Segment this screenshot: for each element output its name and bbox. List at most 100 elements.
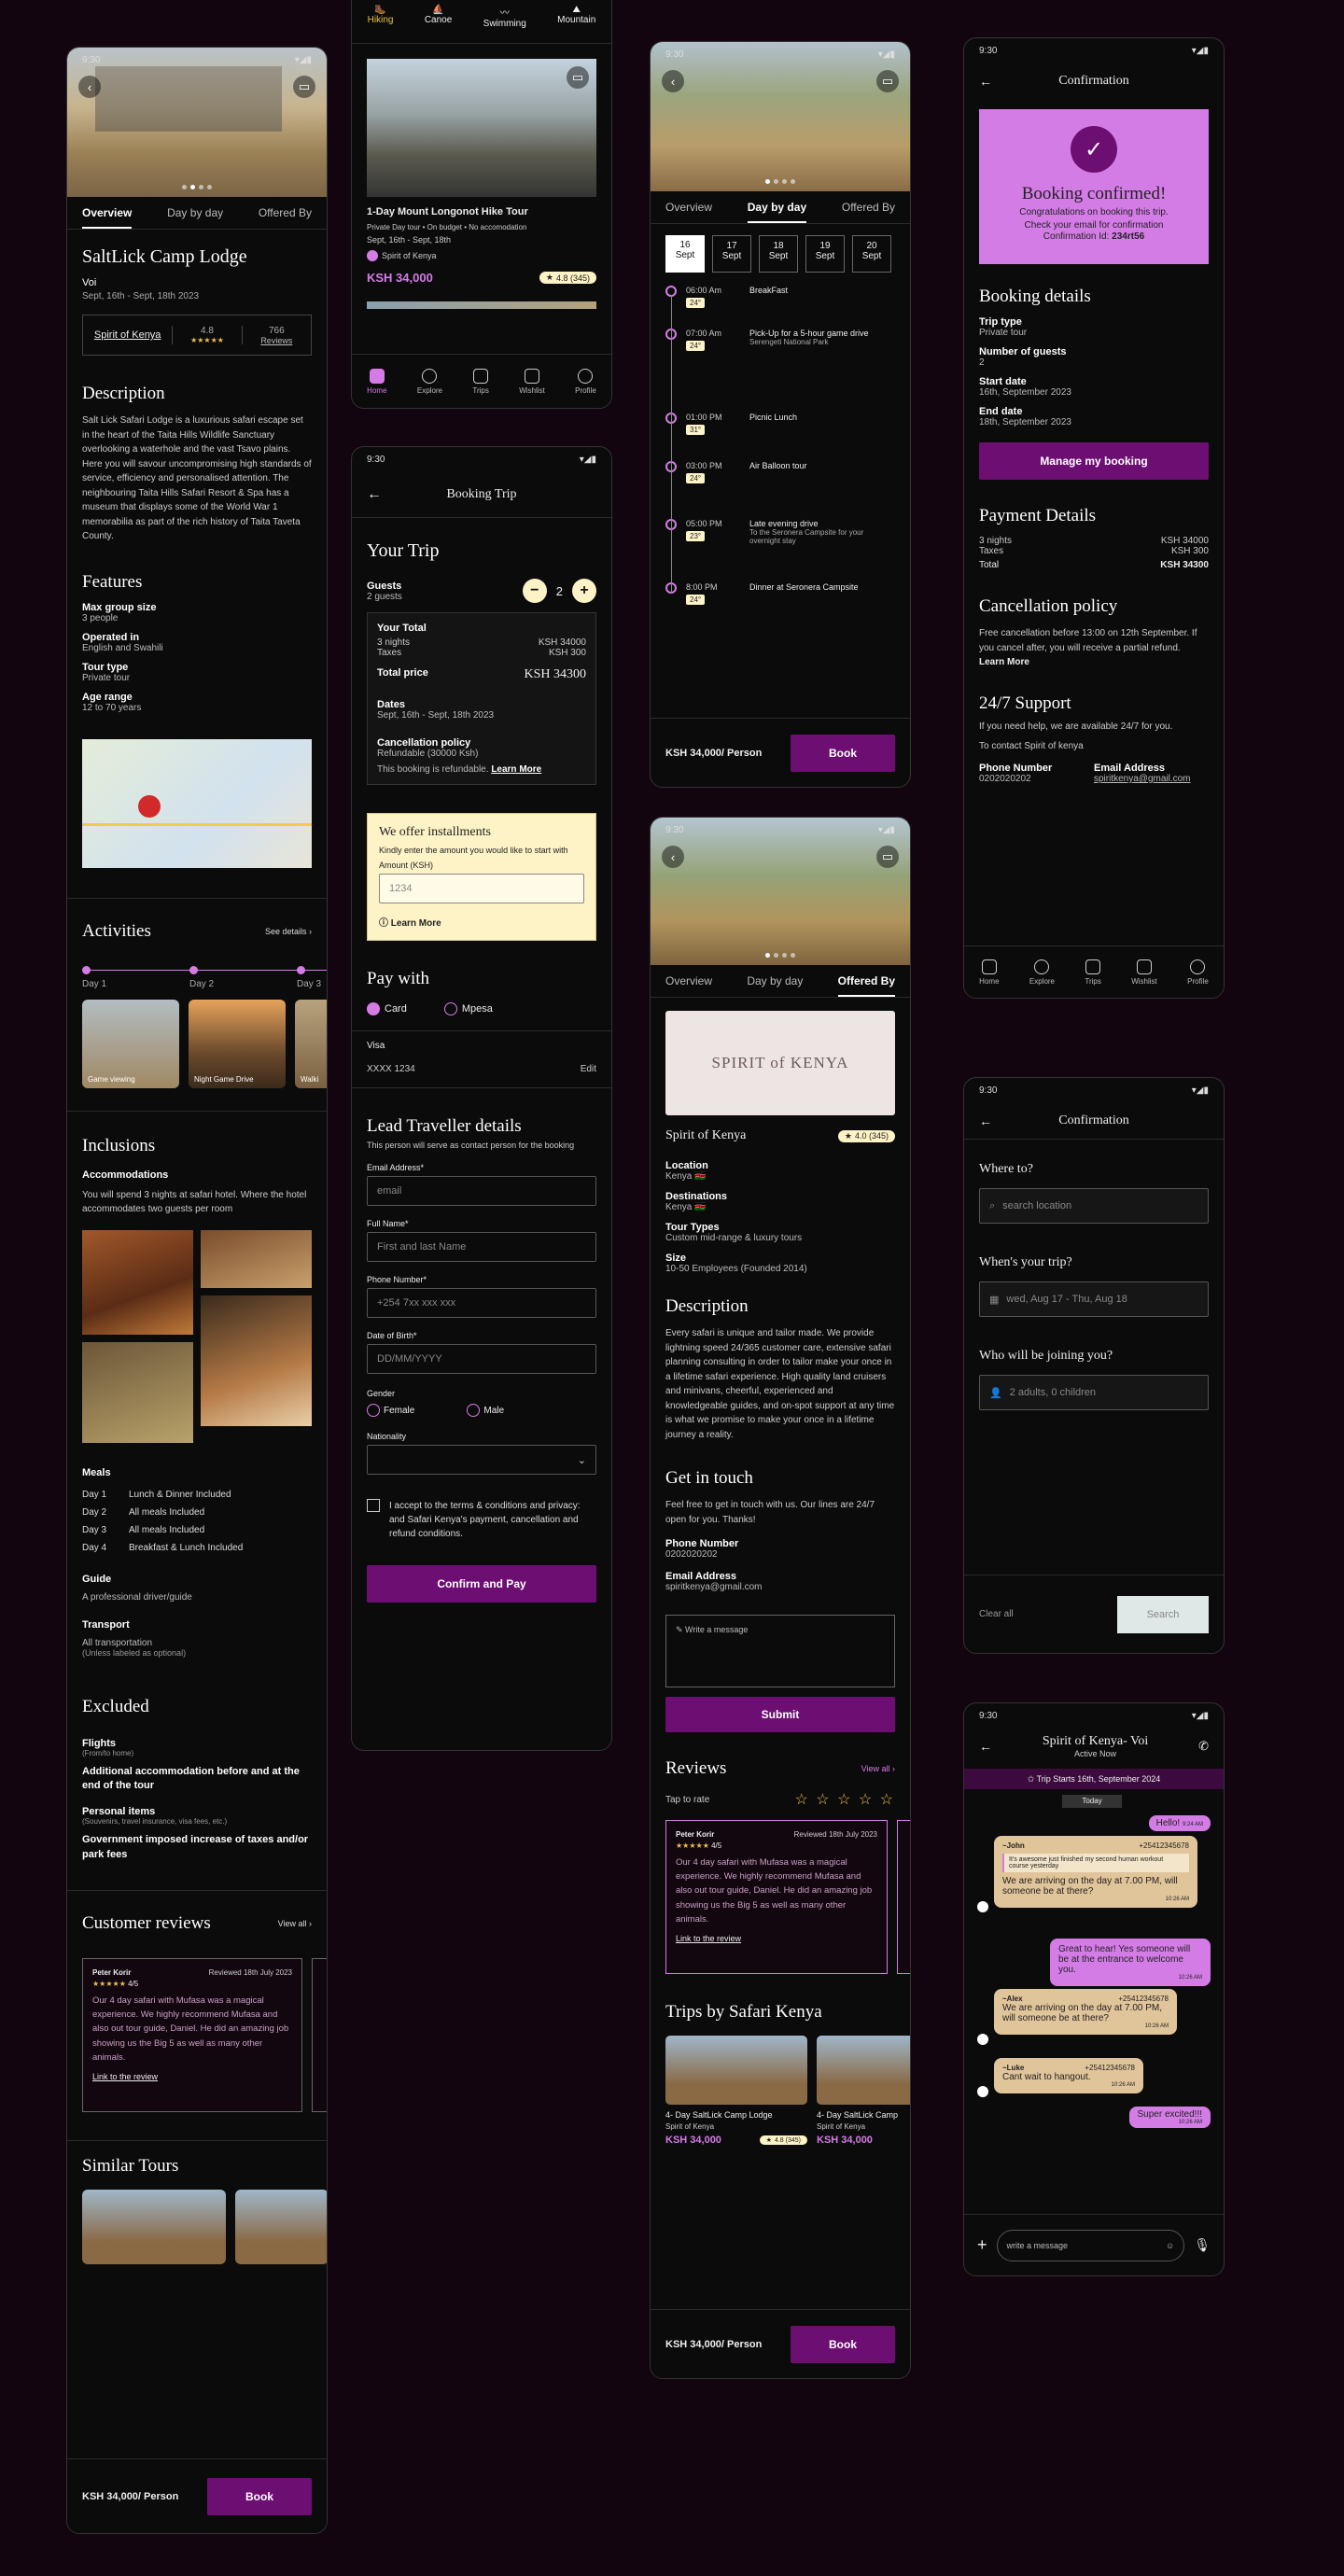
dob-field[interactable]: DD/MM/YYYY — [367, 1344, 596, 1374]
activity-card[interactable]: Night Game Drive — [189, 999, 286, 1088]
emoji-icon[interactable]: ☺ — [1166, 2241, 1174, 2250]
installments-learn-more[interactable]: ⓘ Learn More — [379, 915, 584, 929]
email-field[interactable]: email — [367, 1176, 596, 1206]
tour-card[interactable] — [235, 2190, 327, 2265]
back-icon[interactable]: ‹ — [78, 76, 101, 98]
nav-trips[interactable]: Trips — [472, 368, 489, 395]
terms-checkbox[interactable] — [367, 1499, 380, 1512]
manage-booking-button[interactable]: Manage my booking — [979, 442, 1209, 480]
reviews-label[interactable]: Reviews — [243, 336, 311, 345]
message-textarea[interactable]: ✎ Write a message — [665, 1615, 895, 1687]
activity-card[interactable]: Game viewing — [82, 999, 179, 1088]
phone-field[interactable]: +254 7xx xxx xxx — [367, 1288, 596, 1318]
female-radio[interactable]: Female — [367, 1404, 414, 1417]
edit-card-link[interactable]: Edit — [581, 1064, 596, 1074]
photo[interactable] — [201, 1229, 312, 1288]
tour-card[interactable] — [82, 2190, 226, 2265]
tab-overview[interactable]: Overview — [82, 197, 133, 229]
full-name-field[interactable]: First and last Name — [367, 1232, 596, 1262]
map[interactable] — [82, 738, 312, 868]
nav-home[interactable]: Home — [367, 368, 387, 395]
nav-home[interactable]: Home — [979, 959, 1000, 986]
view-all-link[interactable]: View all › — [278, 1919, 312, 1928]
bookmark-icon[interactable]: ▭ — [876, 846, 899, 868]
timeline: 06:00 Am 24° BreakFast 07:00 Am 24° Pick-Up … — [651, 286, 910, 620]
tab-day-by-day[interactable]: Day by day — [747, 965, 803, 997]
bookmark-icon[interactable]: ▭ — [876, 70, 899, 92]
email-link[interactable]: spiritkenya@gmail.com — [1094, 774, 1209, 784]
category-hiking[interactable]: 🥾 Hiking — [368, 5, 394, 43]
operator-link[interactable]: Spirit of Kenya — [83, 329, 172, 341]
bookmark-icon[interactable]: ▭ — [293, 76, 315, 98]
tour-title[interactable]: 1-Day Mount Longonot Hike Tour — [367, 206, 596, 217]
phone-icon[interactable]: ✆ — [1198, 1739, 1209, 1754]
date-range-input[interactable]: ▦ wed, Aug 17 - Thu, Aug 18 — [979, 1281, 1209, 1317]
view-all-link[interactable]: View all › — [861, 1764, 895, 1773]
date-chip[interactable]: 16 Sept — [665, 235, 705, 273]
add-icon[interactable]: + — [977, 2235, 987, 2255]
tab-day-by-day[interactable]: Day by day — [747, 191, 807, 223]
search-location-input[interactable]: ⌕ search location — [979, 1188, 1209, 1224]
date-chip[interactable]: 18 Sept — [759, 235, 798, 273]
email-address[interactable]: spiritkenya@gmail.com — [665, 1582, 895, 1592]
message-input[interactable]: write a message ☺ — [996, 2229, 1185, 2261]
rate-stars[interactable]: ☆ ☆ ☆ ☆ ☆ — [795, 1790, 896, 1809]
home-icon — [369, 368, 385, 384]
back-arrow-icon[interactable]: ← — [979, 1739, 992, 1754]
nav-profile[interactable]: Profile — [1187, 959, 1209, 986]
date-chip[interactable]: 20 Sept — [852, 235, 891, 273]
tab-offered-by[interactable]: Offered By — [842, 191, 895, 223]
learn-more-link[interactable]: Learn More — [491, 764, 541, 775]
tour-photo[interactable]: ▭ — [367, 59, 596, 197]
book-button[interactable]: Book — [791, 734, 895, 772]
date-chip[interactable]: 17 Sept — [712, 235, 751, 273]
trip-card[interactable]: 4- Day SaltLick Camp Spirit of Kenya KSH… — [817, 2036, 910, 2146]
nav-profile[interactable]: Profile — [575, 368, 596, 395]
decrement-button[interactable]: − — [522, 579, 547, 603]
nationality-select[interactable]: ⌄ — [367, 1445, 596, 1475]
learn-more-link[interactable]: Learn More — [979, 657, 1209, 667]
back-icon[interactable]: ‹ — [662, 846, 684, 868]
tab-overview[interactable]: Overview — [665, 191, 712, 223]
book-button[interactable]: Book — [207, 2477, 312, 2515]
see-details-link[interactable]: See details › — [265, 927, 312, 936]
guests-input[interactable]: 👤 2 adults, 0 children — [979, 1375, 1209, 1410]
search-button[interactable]: Search — [1117, 1595, 1209, 1633]
confirm-pay-button[interactable]: Confirm and Pay — [367, 1565, 596, 1603]
tab-offered-by[interactable]: Offered By — [837, 965, 895, 997]
nav-wishlist[interactable]: Wishlist — [1131, 959, 1157, 986]
category-mountain[interactable]: ⛰ Mountain — [557, 5, 595, 43]
trip-card[interactable]: 4- Day SaltLick Camp Lodge Spirit of Ken… — [665, 2036, 807, 2146]
card-radio[interactable]: Card — [367, 1002, 407, 1015]
date-chip[interactable]: 19 Sept — [805, 235, 845, 273]
activity-title: Air Balloon tour — [749, 461, 807, 470]
tab-overview[interactable]: Overview — [665, 965, 712, 997]
book-button[interactable]: Book — [791, 2325, 895, 2363]
photo[interactable] — [82, 1341, 193, 1443]
activity-card[interactable]: Walki — [295, 999, 327, 1088]
submit-button[interactable]: Submit — [665, 1697, 895, 1732]
nav-trips[interactable]: Trips — [1085, 959, 1101, 986]
nav-explore[interactable]: Explore — [1029, 959, 1055, 986]
clear-all-link[interactable]: Clear all — [979, 1609, 1014, 1619]
review-link[interactable]: Link to the review — [676, 1934, 877, 1943]
amount-input[interactable]: 1234 — [379, 874, 584, 903]
increment-button[interactable]: + — [572, 579, 596, 603]
tab-offered-by[interactable]: Offered By — [259, 197, 312, 229]
profile-icon — [578, 368, 594, 384]
back-icon[interactable]: ‹ — [662, 70, 684, 92]
photo[interactable] — [201, 1295, 312, 1426]
photo[interactable] — [82, 1229, 193, 1335]
meals-title: Meals — [82, 1466, 111, 1478]
bookmark-icon[interactable]: ▭ — [567, 66, 589, 89]
category-swimming[interactable]: 〰 Swimming — [483, 5, 526, 43]
mpesa-radio[interactable]: Mpesa — [443, 1002, 493, 1015]
tab-day-by-day[interactable]: Day by day — [167, 197, 223, 229]
operator-card: Spirit of Kenya 4.8 ★★★★★ 766 Reviews — [82, 315, 312, 356]
nav-wishlist[interactable]: Wishlist — [519, 368, 545, 395]
microphone-icon[interactable]: 🎙 — [1194, 2237, 1211, 2253]
male-radio[interactable]: Male — [467, 1404, 504, 1417]
category-canoe[interactable]: ⛵ Canoe — [425, 5, 452, 43]
nav-explore[interactable]: Explore — [417, 368, 442, 395]
review-link[interactable]: Link to the review — [92, 2072, 292, 2081]
